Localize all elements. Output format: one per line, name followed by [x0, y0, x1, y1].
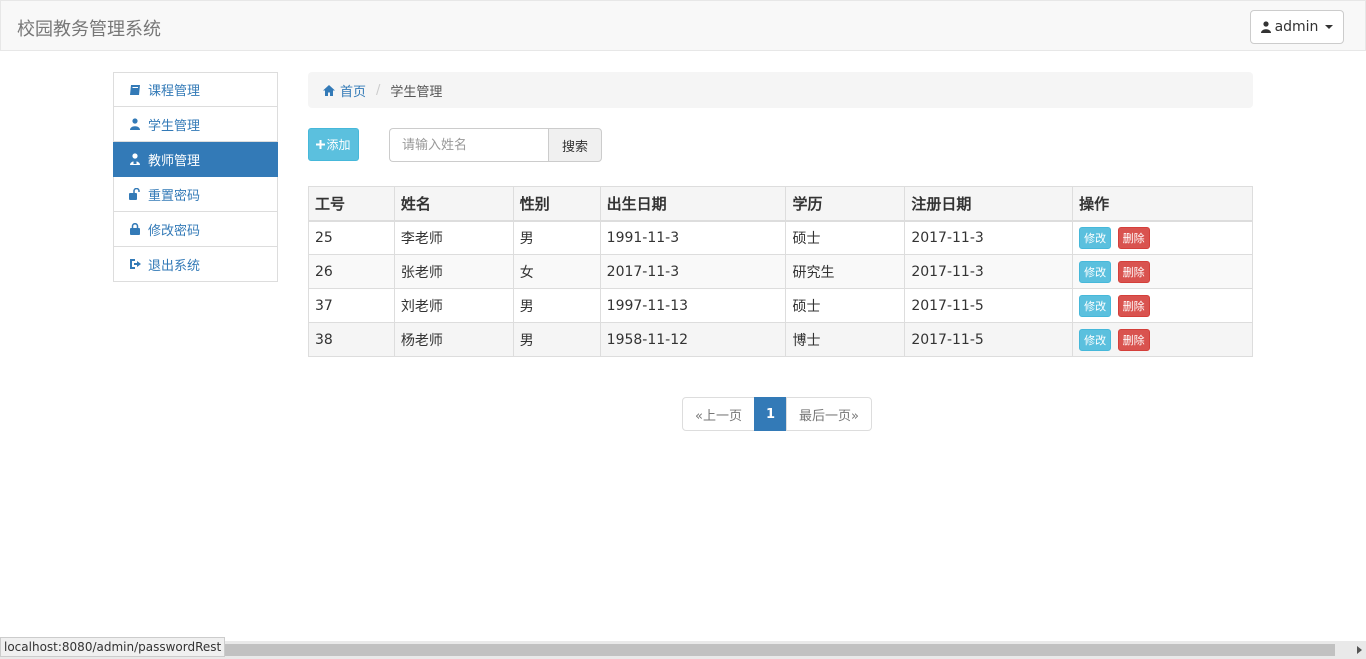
cell-actions: 修改 删除 — [1072, 288, 1253, 323]
column-header-education: 学历 — [785, 186, 906, 222]
column-header-birthdate: 出生日期 — [599, 186, 787, 222]
status-bar-url: localhost:8080/admin/passwordRest — [0, 637, 226, 657]
cell-id: 38 — [308, 322, 395, 357]
prev-page-link[interactable]: «上一页 — [682, 397, 755, 431]
plus-icon — [316, 140, 326, 149]
add-button[interactable]: 添加 — [308, 128, 359, 161]
sidebar-item-courses[interactable]: 课程管理 — [113, 72, 278, 107]
delete-button[interactable]: 删除 — [1117, 260, 1150, 283]
cell-id: 25 — [308, 220, 395, 255]
sidebar: 课程管理 学生管理 教师管理 重置密码 修改密码 退出系统 — [113, 72, 278, 282]
unlock-icon — [129, 188, 141, 200]
table-header-row: 工号 姓名 性别 出生日期 学历 注册日期 操作 — [308, 186, 1253, 222]
top-navbar: 校园教务管理系统 admin — [0, 0, 1366, 51]
sidebar-item-teachers[interactable]: 教师管理 — [113, 142, 278, 177]
teacher-icon — [129, 153, 141, 165]
logout-icon — [129, 258, 141, 270]
edit-button[interactable]: 修改 — [1079, 294, 1112, 317]
cell-name: 李老师 — [393, 220, 514, 255]
home-icon — [323, 84, 335, 96]
breadcrumb: 首页 / 学生管理 — [308, 72, 1253, 108]
column-header-name: 姓名 — [393, 186, 514, 222]
pagination: «上一页 1 最后一页» — [682, 397, 872, 431]
breadcrumb-current: 学生管理 — [390, 84, 443, 100]
sidebar-item-change-password[interactable]: 修改密码 — [113, 212, 278, 247]
edit-button[interactable]: 修改 — [1079, 260, 1112, 283]
delete-button[interactable]: 删除 — [1117, 294, 1150, 317]
cell-gender: 男 — [512, 220, 601, 255]
sidebar-item-label: 退出系统 — [148, 258, 201, 274]
column-header-gender: 性别 — [512, 186, 601, 222]
cell-regdate: 2017-11-5 — [904, 322, 1074, 357]
cell-education: 硕士 — [785, 220, 906, 255]
add-button-label: 添加 — [326, 138, 351, 152]
caret-down-icon — [1325, 25, 1334, 29]
cell-regdate: 2017-11-5 — [904, 288, 1074, 323]
sidebar-item-label: 修改密码 — [148, 223, 201, 239]
book-icon — [129, 84, 141, 96]
scroll-right-arrow-icon[interactable] — [1357, 646, 1362, 654]
breadcrumb-separator: / — [376, 82, 381, 98]
sidebar-item-logout[interactable]: 退出系统 — [113, 247, 278, 282]
table-row: 38 杨老师 男 1958-11-12 博士 2017-11-5 修改 删除 — [308, 322, 1253, 357]
sidebar-item-label: 课程管理 — [148, 84, 201, 99]
column-header-id: 工号 — [308, 186, 395, 222]
cell-birthdate: 1991-11-3 — [599, 220, 787, 255]
sidebar-item-label: 重置密码 — [148, 188, 201, 204]
cell-education: 博士 — [785, 322, 906, 357]
cell-actions: 修改 删除 — [1072, 254, 1253, 289]
search-input[interactable] — [389, 128, 549, 162]
cell-name: 杨老师 — [393, 322, 514, 357]
cell-gender: 男 — [512, 288, 601, 323]
last-page-link[interactable]: 最后一页» — [785, 397, 872, 431]
breadcrumb-home-label: 首页 — [340, 84, 367, 100]
edit-button[interactable]: 修改 — [1079, 226, 1112, 249]
cell-id: 37 — [308, 288, 395, 323]
sidebar-item-label: 教师管理 — [148, 153, 201, 169]
page-link-current[interactable]: 1 — [753, 397, 787, 431]
column-header-regdate: 注册日期 — [904, 186, 1074, 222]
table-row: 37 刘老师 男 1997-11-13 硕士 2017-11-5 修改 删除 — [308, 288, 1253, 323]
cell-education: 研究生 — [785, 254, 906, 289]
sidebar-item-reset-password[interactable]: 重置密码 — [113, 177, 278, 212]
app-brand[interactable]: 校园教务管理系统 — [17, 15, 161, 41]
table-row: 26 张老师 女 2017-11-3 研究生 2017-11-3 修改 删除 — [308, 254, 1253, 289]
cell-birthdate: 1958-11-12 — [599, 322, 787, 357]
cell-actions: 修改 删除 — [1072, 322, 1253, 357]
teacher-table: 工号 姓名 性别 出生日期 学历 注册日期 操作 25 李老师 男 1991-1… — [308, 186, 1253, 357]
column-header-actions: 操作 — [1072, 186, 1253, 222]
search-button[interactable]: 搜索 — [548, 128, 602, 162]
scrollbar-thumb[interactable] — [215, 644, 1335, 656]
cell-birthdate: 1997-11-13 — [599, 288, 787, 323]
breadcrumb-home-link[interactable]: 首页 — [323, 81, 366, 100]
sidebar-item-label: 学生管理 — [148, 118, 201, 134]
cell-gender: 男 — [512, 322, 601, 357]
lock-icon — [129, 223, 141, 235]
delete-button[interactable]: 删除 — [1117, 226, 1150, 249]
cell-regdate: 2017-11-3 — [904, 220, 1074, 255]
cell-regdate: 2017-11-3 — [904, 254, 1074, 289]
cell-name: 张老师 — [393, 254, 514, 289]
cell-name: 刘老师 — [393, 288, 514, 323]
user-icon — [129, 118, 141, 130]
cell-id: 26 — [308, 254, 395, 289]
cell-education: 硕士 — [785, 288, 906, 323]
user-menu-button[interactable]: admin — [1250, 10, 1344, 44]
table-row: 25 李老师 男 1991-11-3 硕士 2017-11-3 修改 删除 — [308, 220, 1253, 255]
user-icon — [1260, 21, 1271, 33]
edit-button[interactable]: 修改 — [1079, 328, 1112, 351]
cell-gender: 女 — [512, 254, 601, 289]
sidebar-item-students[interactable]: 学生管理 — [113, 107, 278, 142]
delete-button[interactable]: 删除 — [1117, 328, 1150, 351]
cell-birthdate: 2017-11-3 — [599, 254, 787, 289]
user-name: admin — [1274, 19, 1319, 35]
cell-actions: 修改 删除 — [1072, 220, 1253, 255]
